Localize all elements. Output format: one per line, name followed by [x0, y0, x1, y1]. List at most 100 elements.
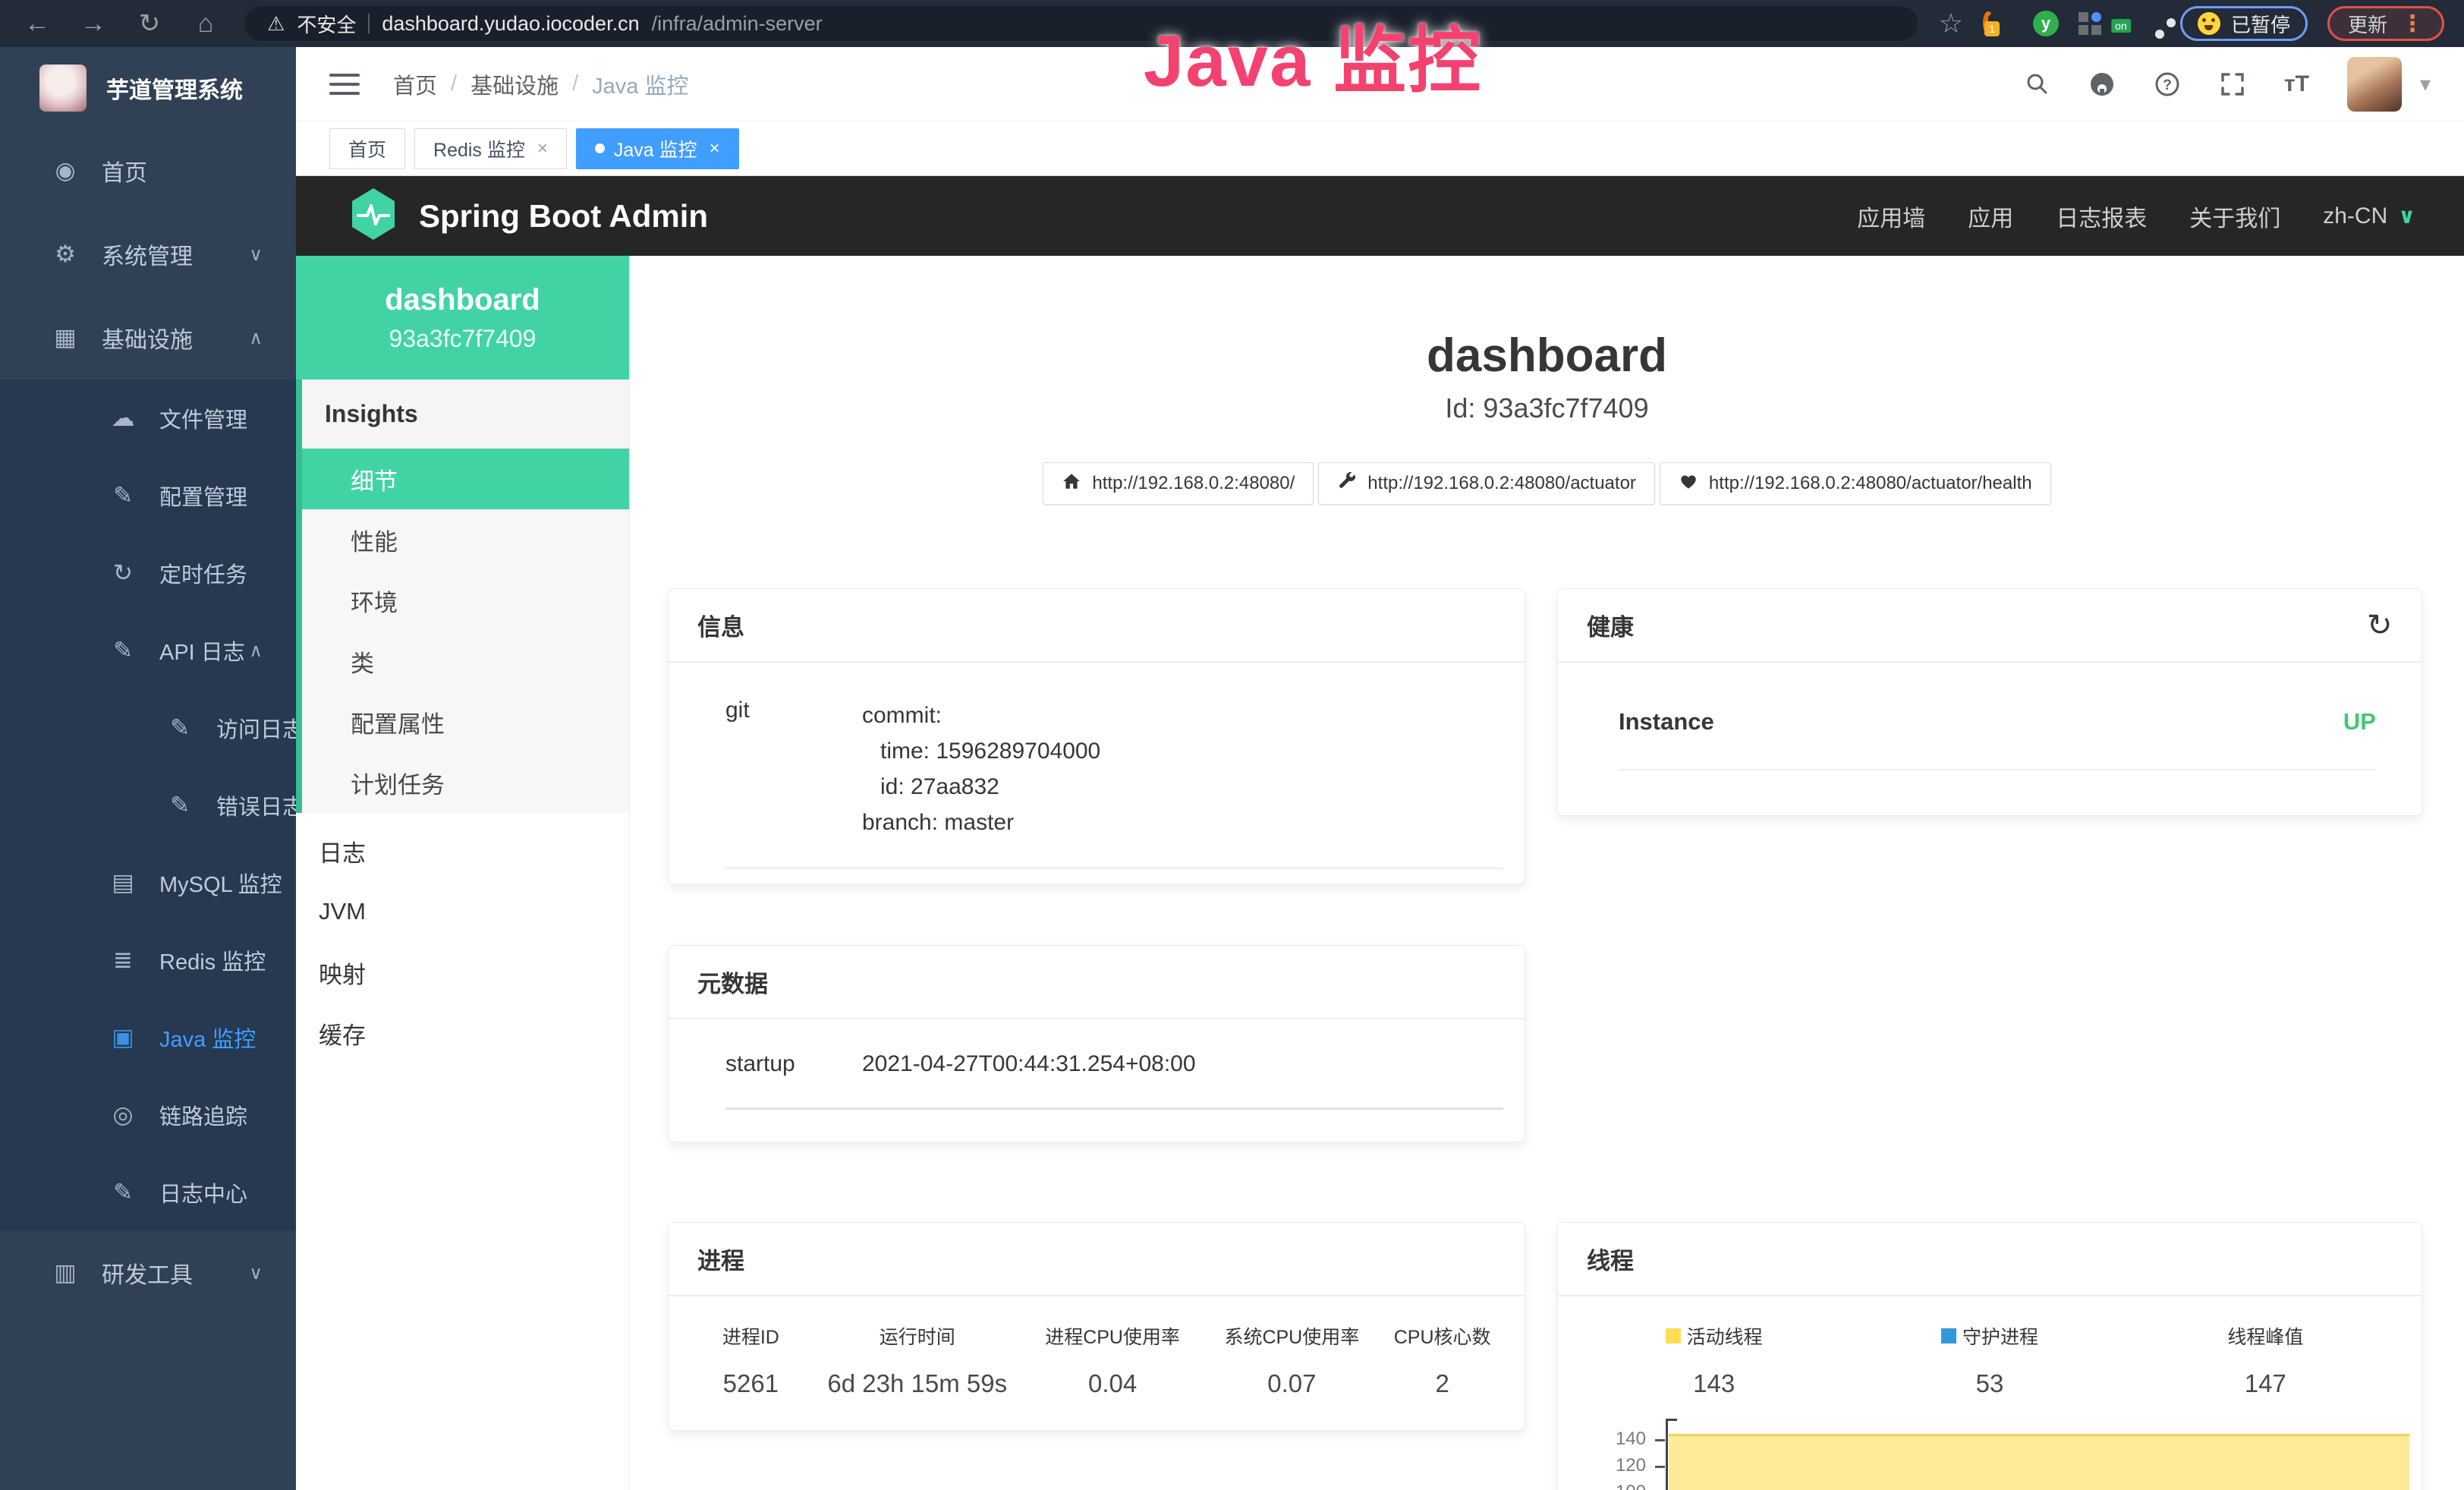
tab-close-icon[interactable]: × — [710, 138, 720, 159]
threads-chart: 140120100 — [1558, 1413, 2422, 1490]
sba-brand-title: Spring Boot Admin — [419, 198, 708, 235]
sba-item-日志[interactable]: 日志 — [296, 821, 629, 881]
sidebar-item-系统管理[interactable]: ⚙系统管理∨ — [0, 213, 296, 296]
search-icon[interactable] — [2025, 71, 2050, 97]
security-label: 不安全 — [297, 10, 356, 38]
back-icon[interactable]: ← — [20, 9, 55, 39]
url-path: /infra/admin-server — [652, 12, 823, 36]
threads-legend-column: 线程峰值147 — [2128, 1322, 2403, 1398]
sidebar-item-API 日志[interactable]: ✎API 日志∧ — [0, 612, 296, 689]
history-icon[interactable]: ↺ — [2367, 608, 2393, 643]
user-caret-icon[interactable]: ▾ — [2420, 71, 2431, 96]
sba-item-性能[interactable]: 性能 — [302, 509, 629, 570]
metadata-card-title: 元数据 — [669, 946, 1525, 1019]
update-chrome-button[interactable]: 更新 ⋮ — [2327, 6, 2444, 41]
legend-text: 线程峰值 — [2227, 1322, 2303, 1350]
sba-nav-日志报表[interactable]: 日志报表 — [2056, 200, 2147, 233]
sba-logo-icon — [349, 187, 398, 245]
sba-nav-应用墙[interactable]: 应用墙 — [1857, 200, 1925, 233]
config-icon: ✎ — [106, 482, 140, 509]
sba-item-类[interactable]: 类 — [302, 631, 629, 691]
tab-close-icon[interactable]: × — [537, 138, 548, 159]
sidebar-item-定时任务[interactable]: ↻ 定时任务 — [0, 534, 296, 612]
sba-group-label[interactable]: Insights — [302, 380, 629, 449]
metadata-row: startup 2021-04-27T00:44:31.254+08:00 — [725, 1051, 1503, 1110]
user-avatar[interactable] — [2347, 57, 2402, 112]
home-icon[interactable]: ⌂ — [188, 9, 223, 39]
process-table: 进程ID5261运行时间6d 23h 15m 59s进程CPU使用率0.04系统… — [669, 1322, 1525, 1398]
extension-green-circle-icon[interactable]: y — [2033, 11, 2059, 36]
sidebar-item-label: 系统管理 — [102, 238, 193, 271]
instance-link[interactable]: http://192.168.0.2:48080/actuator/health — [1660, 462, 2051, 505]
extension-orange-icon[interactable]: 1 — [1983, 17, 1994, 30]
help-icon[interactable]: ? — [2154, 71, 2181, 98]
sidebar-item-文件管理[interactable]: ☁文件管理 — [0, 380, 296, 457]
process-column-label: 进程ID — [687, 1322, 815, 1350]
instance-link[interactable]: http://192.168.0.2:48080/actuator — [1318, 462, 1655, 505]
process-card: 进程 进程ID5261运行时间6d 23h 15m 59s进程CPU使用率0.0… — [668, 1222, 1525, 1431]
sidebar-item-MySQL 监控[interactable]: ▤MySQL 监控 — [0, 844, 296, 921]
sba-item-配置属性[interactable]: 配置属性 — [302, 691, 629, 752]
instance-link[interactable]: http://192.168.0.2:48080/ — [1043, 462, 1314, 505]
sidebar-item-访问日志[interactable]: ✎访问日志 — [0, 689, 296, 767]
sidebar-item-label: 链路追踪 — [159, 1099, 247, 1131]
handwritten-annotation: Java 监控 — [1062, 2, 1563, 107]
sidebar-item-Redis 监控[interactable]: ≣Redis 监控 — [0, 921, 296, 999]
sba-language-value: zh-CN — [2323, 203, 2387, 229]
reload-icon[interactable]: ↻ — [132, 8, 167, 39]
sidebar-item-基础设施[interactable]: ▦基础设施∧ — [0, 296, 296, 380]
sba-item-计划任务[interactable]: 计划任务 — [302, 752, 629, 813]
breadcrumb-separator: / — [572, 71, 578, 96]
sba-nav-应用[interactable]: 应用 — [1968, 200, 2013, 233]
metadata-key: startup — [725, 1051, 862, 1077]
sba-nav: 应用墙 应用 日志报表 关于我们 zh-CN ∨ — [1857, 200, 2415, 233]
sidebar-item-首页[interactable]: ◉首页 — [0, 129, 296, 213]
sba-item-JVM[interactable]: JVM — [296, 881, 629, 942]
sidebar-item-Java 监控[interactable]: ▣Java 监控 — [0, 999, 296, 1076]
sidebar-item-配置管理[interactable]: ✎配置管理 — [0, 457, 296, 534]
sba-instance-header[interactable]: dashboard 93a3fc7f7409 — [296, 256, 629, 380]
tab-Redis 监控[interactable]: Redis 监控× — [414, 128, 567, 169]
sba-app-name: dashboard — [385, 283, 540, 317]
process-card-title: 进程 — [669, 1223, 1525, 1296]
schedule-icon: ↻ — [106, 559, 140, 587]
sba-group-items: 细节性能环境类配置属性计划任务 — [302, 449, 629, 813]
sba-item-缓存[interactable]: 缓存 — [296, 1003, 629, 1063]
trace-icon: ◎ — [106, 1101, 140, 1129]
hamburger-icon[interactable] — [329, 74, 360, 95]
sba-item-细节[interactable]: 细节 — [302, 449, 629, 509]
font-size-icon[interactable]: тT — [2284, 71, 2309, 97]
sidebar-item-错误日志[interactable]: ✎错误日志 — [0, 767, 296, 844]
sba-item-映射[interactable]: 映射 — [296, 942, 629, 1003]
app-sidebar: 芋道管理系统 ◉首页⚙系统管理∨▦基础设施∧☁文件管理✎配置管理 ↻ 定时任务 ✎AP… — [0, 47, 296, 1490]
threads-legend-column: 守护进程53 — [1852, 1322, 2127, 1398]
tab-首页[interactable]: 首页 — [329, 128, 405, 169]
process-column-label: 进程CPU使用率 — [1020, 1322, 1206, 1350]
threads-legend: 活动线程143守护进程53线程峰值147 — [1558, 1322, 2422, 1398]
sidebar-item-日志中心[interactable]: ✎日志中心 — [0, 1154, 296, 1231]
forward-icon[interactable]: → — [76, 9, 111, 39]
sidebar-item-研发工具[interactable]: ▥研发工具∨ — [0, 1231, 296, 1315]
breadcrumb-item[interactable]: 首页 — [393, 68, 437, 100]
extension-grid-icon[interactable] — [2079, 12, 2101, 35]
sba-item-环境[interactable]: 环境 — [302, 570, 629, 631]
profile-paused-badge[interactable]: 已暂停 — [2180, 6, 2308, 41]
threads-legend-value: 53 — [1852, 1369, 2127, 1398]
sidebar-item-链路追踪[interactable]: ◎ 链路追踪 — [0, 1076, 296, 1154]
sidebar-item-label: 错误日志 — [216, 789, 296, 821]
health-row: Instance UP — [1619, 708, 2376, 770]
extensions-row: ☆ 1 y on 已暂停 更新 ⋮ — [1939, 6, 2444, 41]
instance-link-url: http://192.168.0.2:48080/ — [1092, 473, 1295, 494]
threads-legend-label: 线程峰值 — [2227, 1322, 2303, 1350]
breadcrumb-item[interactable]: 基础设施 — [470, 68, 559, 100]
process-column-label: 系统CPU使用率 — [1205, 1322, 1378, 1350]
github-icon[interactable] — [2088, 71, 2116, 98]
tab-Java 监控[interactable]: Java 监控× — [576, 128, 739, 169]
sba-language-select[interactable]: zh-CN ∨ — [2323, 203, 2415, 229]
sidebar-item-label: 定时任务 — [159, 557, 247, 589]
sba-main: dashboard Id: 93a3fc7f7409 http://192.16… — [630, 256, 2464, 1490]
sba-nav-关于我们[interactable]: 关于我们 — [2189, 200, 2280, 233]
fullscreen-icon[interactable] — [2219, 71, 2246, 98]
app-logo-row[interactable]: 芋道管理系统 — [0, 47, 296, 129]
bookmark-star-icon[interactable]: ☆ — [1939, 8, 1963, 39]
